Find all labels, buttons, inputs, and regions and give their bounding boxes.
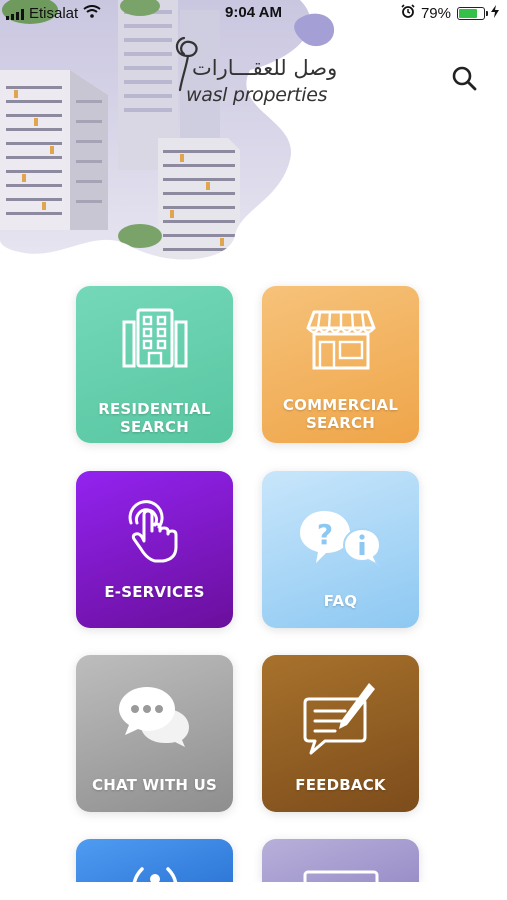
battery-icon	[457, 6, 488, 20]
e-services-tile[interactable]: E-SERVICES	[76, 471, 233, 628]
svg-text:?: ?	[316, 518, 332, 551]
shop-icon	[262, 308, 419, 372]
alarm-icon	[401, 4, 415, 22]
mail-icon	[262, 869, 419, 882]
commercial-search-label: COMMERCIAL SEARCH	[262, 396, 419, 432]
faq-label: FAQ	[323, 592, 358, 610]
tile-label-line2: SEARCH	[306, 414, 375, 432]
chat-bubbles-icon	[76, 685, 233, 747]
bottom-fade	[0, 882, 507, 900]
faq-tile[interactable]: ? FAQ	[262, 471, 419, 628]
tap-hand-icon	[76, 497, 233, 563]
feedback-label: FEEDBACK	[295, 776, 386, 794]
tile-label-line2: SEARCH	[120, 418, 189, 436]
residential-search-tile[interactable]: RESIDENTIAL SEARCH	[76, 286, 233, 443]
chat-with-us-tile[interactable]: CHAT WITH US	[76, 655, 233, 812]
feedback-pen-icon	[262, 679, 419, 759]
logo-latin-text: wasl properties	[186, 84, 328, 106]
mail-tile[interactable]	[262, 839, 419, 882]
tile-label-line1: COMMERCIAL	[282, 396, 399, 414]
tile-label-line1: RESIDENTIAL	[98, 400, 211, 418]
chat-with-us-label: CHAT WITH US	[92, 776, 217, 794]
status-bar: Etisalat 9:04 AM 79%	[0, 0, 507, 28]
search-button[interactable]	[448, 62, 482, 96]
search-icon	[452, 66, 477, 91]
broadcast-tile[interactable]	[76, 839, 233, 882]
e-services-label: E-SERVICES	[104, 583, 205, 601]
question-info-bubbles-icon: ?	[262, 507, 419, 567]
feedback-tile[interactable]: FEEDBACK	[262, 655, 419, 812]
signal-broadcast-icon	[76, 863, 233, 882]
charging-icon	[491, 4, 499, 22]
logo-arabic-text: وصل للعقـــارات	[192, 56, 338, 80]
wasl-logo: وصل للعقـــارات wasl properties	[160, 34, 350, 106]
status-right: 79%	[401, 4, 499, 22]
residential-search-label: RESIDENTIAL SEARCH	[76, 400, 233, 436]
battery-percent: 79%	[420, 4, 451, 22]
building-icon	[76, 308, 233, 372]
commercial-search-tile[interactable]: COMMERCIAL SEARCH	[262, 286, 419, 443]
